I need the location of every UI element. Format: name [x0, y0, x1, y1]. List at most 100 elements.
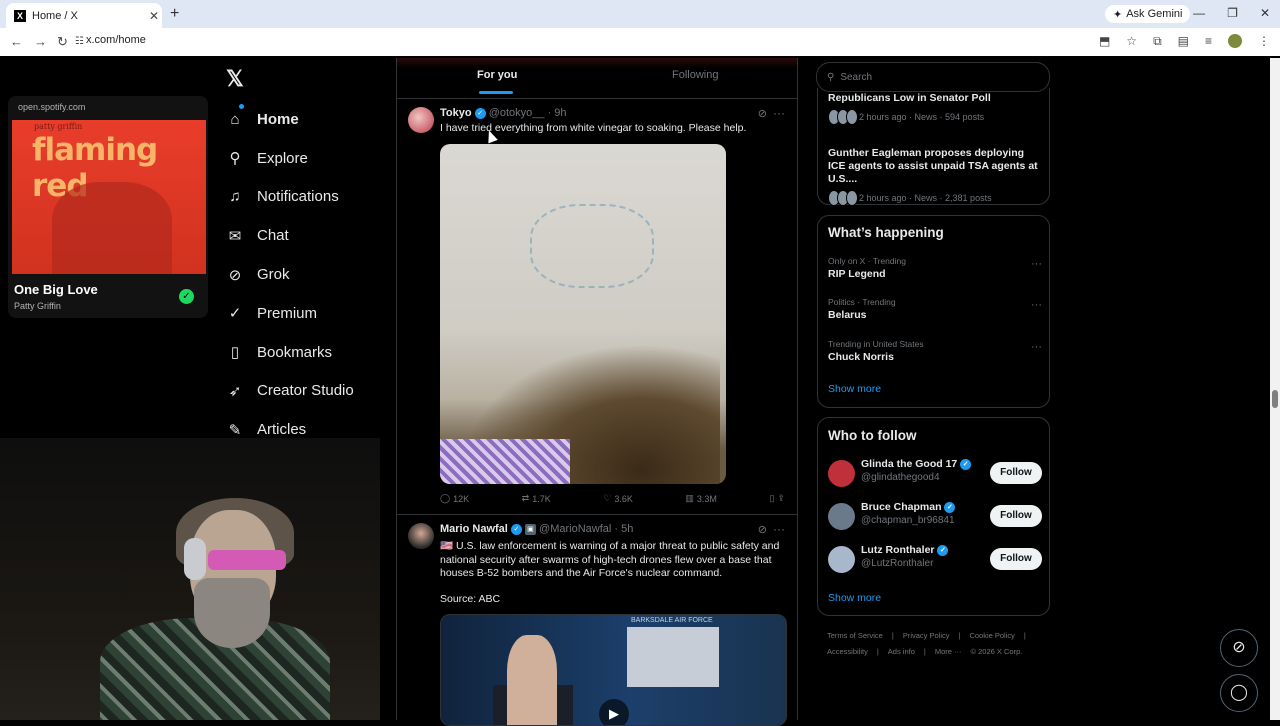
views-button[interactable]: ▥ 3.3M — [685, 493, 717, 504]
scrollbar-thumb[interactable] — [1272, 390, 1278, 408]
post[interactable]: Mario Nawfal ✓ ▣ @MarioNawfal · 5h ⊘ ···… — [397, 515, 797, 726]
restore-icon[interactable]: ❐ — [1227, 6, 1238, 20]
song-artist[interactable]: Patty Griffin — [14, 301, 61, 311]
profile-avatar[interactable] — [1228, 34, 1242, 48]
trend-item[interactable]: Trending in United States Chuck Norris ·… — [828, 339, 1042, 363]
nav-premium[interactable]: ✓ Premium — [226, 294, 354, 333]
reload-icon[interactable]: ↻ — [57, 34, 68, 50]
post-image[interactable] — [440, 144, 726, 484]
footer-link[interactable]: Accessibility — [827, 647, 868, 656]
author-handle[interactable]: @MarioNawfal · 5h — [539, 523, 633, 535]
nav-label: Creator Studio — [257, 382, 354, 400]
ask-gemini-button[interactable]: ✦ Ask Gemini — [1105, 5, 1191, 23]
install-icon[interactable]: ⬒ — [1099, 34, 1110, 49]
footer-link[interactable]: Ads info — [888, 647, 915, 656]
nav-creator-studio[interactable]: ➶ Creator Studio — [226, 372, 354, 411]
nav-articles[interactable]: ✎ Articles — [226, 410, 354, 449]
more-icon[interactable]: ··· — [1031, 341, 1042, 353]
site-info-icon[interactable]: ☷ — [75, 36, 84, 47]
follow-button[interactable]: Follow — [990, 505, 1042, 527]
follow-button[interactable]: Follow — [990, 548, 1042, 570]
follow-button[interactable]: Follow — [990, 462, 1042, 484]
repost-button[interactable]: ⇄ 1.7K — [522, 493, 551, 504]
search-placeholder: Search — [840, 71, 873, 83]
bookmark-icon: ▯ — [230, 344, 240, 362]
minimize-icon[interactable]: — — [1193, 6, 1205, 20]
page-scrollbar[interactable] — [1270, 58, 1280, 720]
more-icon[interactable]: ··· — [1031, 299, 1042, 311]
suggestion-name[interactable]: Bruce Chapman ✓ — [861, 501, 956, 513]
avatar[interactable] — [828, 503, 855, 530]
avatar[interactable] — [828, 460, 855, 487]
author-name[interactable]: Mario Nawfal — [440, 523, 508, 535]
suggestion-name-text: Lutz Ronthaler — [861, 544, 935, 556]
news-card: Republicans Low in Senator Poll 2 hours … — [817, 88, 1050, 206]
grok-explain-icon[interactable]: ⊘ — [758, 523, 767, 536]
avatar[interactable] — [828, 546, 855, 573]
post-video[interactable]: BARKSDALE AIR FORCE ▶ — [440, 614, 787, 726]
nav-explore[interactable]: ⚲ Explore — [226, 139, 354, 178]
media-icon[interactable]: ≡ — [1205, 34, 1212, 49]
x-logo-icon[interactable]: 𝕏 — [226, 66, 244, 92]
play-icon[interactable]: ▶ — [599, 699, 629, 725]
reply-button[interactable]: ◯ 12K — [440, 493, 469, 504]
news-item[interactable]: Republicans Low in Senator Poll 2 hours … — [828, 92, 1042, 125]
nav-label: Articles — [257, 421, 307, 439]
more-icon[interactable]: ··· — [1031, 258, 1042, 270]
nav-grok[interactable]: ⊘ Grok — [226, 255, 354, 294]
extensions-icon[interactable]: ⧉ — [1153, 34, 1162, 49]
follow-suggestion[interactable]: Glinda the Good 17 ✓ @glindathegood4 Fol… — [828, 458, 1042, 488]
show-more-link[interactable]: Show more — [828, 592, 881, 604]
footer-link[interactable]: Privacy Policy — [903, 631, 950, 640]
share-icon[interactable]: ⇪ — [777, 493, 785, 504]
suggestion-name[interactable]: Glinda the Good 17 ✓ — [861, 458, 972, 470]
suggestion-handle: @chapman_br96841 — [861, 515, 955, 526]
post[interactable]: Tokyo ✓ @otokyo__ · 9h ⊘ ··· I have trie… — [397, 98, 797, 514]
follow-suggestion[interactable]: Bruce Chapman ✓ @chapman_br96841 Follow — [828, 501, 1042, 531]
new-tab-button[interactable]: + — [170, 5, 179, 23]
nav-home[interactable]: ⌂ Home — [226, 100, 354, 139]
browser-tab[interactable]: X Home / X ✕ — [6, 3, 162, 28]
follow-suggestion[interactable]: Lutz Ronthaler ✓ @LutzRonthaler Follow — [828, 544, 1042, 574]
bookmark-star-icon[interactable]: ☆ — [1126, 34, 1137, 49]
news-avatars — [828, 190, 858, 206]
menu-icon[interactable]: ⋮ — [1258, 34, 1270, 49]
forward-icon[interactable]: → — [34, 34, 47, 49]
avatar[interactable] — [408, 107, 434, 133]
post-time[interactable]: · 9h — [548, 107, 567, 119]
suggestion-name-text: Glinda the Good 17 — [861, 458, 958, 470]
close-window-icon[interactable]: ✕ — [1260, 6, 1270, 20]
close-tab-icon[interactable]: ✕ — [146, 9, 162, 23]
author-handle[interactable]: @otokyo__ — [489, 107, 545, 119]
tab-following[interactable]: Following — [672, 69, 718, 81]
author-name[interactable]: Tokyo — [440, 107, 472, 119]
saved-check-icon[interactable]: ✓ — [179, 289, 194, 304]
post-header: Mario Nawfal ✓ ▣ @MarioNawfal · 5h — [440, 523, 633, 535]
show-more-link[interactable]: Show more — [828, 383, 881, 395]
nav-chat[interactable]: ✉ Chat — [226, 216, 354, 255]
back-icon[interactable]: ← — [10, 34, 23, 49]
avatar[interactable] — [408, 523, 434, 549]
footer-link[interactable]: Cookie Policy — [969, 631, 1014, 640]
url-field[interactable]: x.com/home — [86, 34, 146, 46]
messages-fab-icon[interactable]: ◯ — [1220, 674, 1258, 712]
grok-fab-icon[interactable]: ⊘ — [1220, 629, 1258, 667]
trend-item[interactable]: Only on X · Trending RIP Legend ··· — [828, 256, 1042, 280]
bookmark-button[interactable]: ▯ ⇪ — [769, 493, 785, 504]
verified-icon: ✓ — [960, 458, 972, 470]
tab-for-you[interactable]: For you — [477, 69, 517, 81]
grok-explain-icon[interactable]: ⊘ — [758, 107, 767, 120]
nav-bookmarks[interactable]: ▯ Bookmarks — [226, 333, 354, 372]
more-icon[interactable]: ··· — [773, 106, 785, 120]
more-icon[interactable]: ··· — [773, 522, 785, 536]
nav-notifications[interactable]: ♫ Notifications — [226, 178, 354, 217]
song-title[interactable]: One Big Love — [14, 282, 98, 297]
spotify-miniplayer[interactable]: open.spotify.com patty griffin flaming r… — [8, 96, 208, 318]
footer-link[interactable]: More ··· — [935, 647, 962, 656]
sidepanel-icon[interactable]: ▤ — [1178, 34, 1189, 49]
suggestion-name[interactable]: Lutz Ronthaler ✓ — [861, 544, 949, 556]
footer-link[interactable]: Terms of Service — [827, 631, 883, 640]
news-item[interactable]: Gunther Eagleman proposes deploying ICE … — [828, 147, 1042, 206]
like-button[interactable]: ♡ 3.6K — [603, 493, 633, 504]
trend-item[interactable]: Politics · Trending Belarus ··· — [828, 297, 1042, 321]
